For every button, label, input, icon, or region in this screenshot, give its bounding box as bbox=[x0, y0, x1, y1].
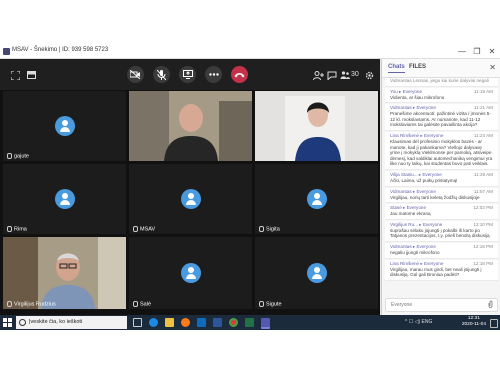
avatar-icon bbox=[181, 263, 201, 283]
chrome-icon[interactable] bbox=[229, 318, 238, 327]
chat-message: Virgilijus Ru... ▸ Everyone 12:10 PM supr… bbox=[385, 220, 498, 242]
participant-name: gajute bbox=[7, 152, 29, 159]
clock-date: 2020-11-04 bbox=[461, 322, 486, 327]
participant-name: MSAV bbox=[133, 225, 155, 232]
teams-icon[interactable] bbox=[261, 318, 270, 327]
chat-input-placeholder: Everyone bbox=[391, 302, 413, 308]
word-icon[interactable] bbox=[213, 318, 222, 327]
hangup-icon bbox=[234, 72, 245, 77]
avatar-icon bbox=[55, 116, 75, 136]
system-tray[interactable]: ^ ☐ ◁) ENG bbox=[405, 319, 432, 325]
close-chat-icon[interactable]: ✕ bbox=[489, 63, 496, 72]
participant-video-tile[interactable]: Virgilijus Rudzius bbox=[3, 237, 126, 309]
chat-message: Vidmantas Leonas, jeigu kai kurie dalyvi… bbox=[385, 78, 498, 87]
chat-message: Vidmantas ▸ Everyone 12:16 PM negaliu įju… bbox=[385, 242, 498, 259]
settings-icon[interactable] bbox=[362, 68, 376, 82]
hang-up-button[interactable] bbox=[231, 66, 248, 83]
search-icon bbox=[19, 319, 26, 326]
maximize-button[interactable]: ❐ bbox=[470, 46, 484, 57]
search-placeholder: Įveskite čia, ko ieškoti bbox=[29, 319, 83, 325]
teams-window: MSAV - Šnekimo | ID: 939 598 5723 — ❐ ✕ bbox=[0, 45, 500, 315]
participant-name: Virgilijus Rudzius bbox=[7, 300, 56, 307]
chat-input[interactable]: Everyone bbox=[385, 298, 498, 312]
participant-tile[interactable]: Sigute bbox=[255, 237, 378, 309]
participant-tile[interactable]: Rima bbox=[3, 164, 126, 234]
chat-panel: Chats FILES ✕ Vidmantas Leonas, jeigu ka… bbox=[381, 59, 500, 315]
participant-tile[interactable]: MSAV bbox=[129, 164, 252, 234]
participant-video-tile[interactable] bbox=[129, 91, 252, 161]
avatar-icon bbox=[307, 189, 327, 209]
windows-taskbar: Įveskite čia, ko ieškoti ^ ☐ ◁) ENG 12:3… bbox=[0, 315, 500, 330]
chat-message: Vilija Stasiu... ▸ Everyone 11:29 AM Ačiū… bbox=[385, 170, 498, 187]
edge-icon[interactable] bbox=[149, 318, 158, 327]
tab-chats[interactable]: Chats bbox=[388, 64, 405, 73]
participant-name: Sigute bbox=[259, 300, 282, 307]
video-grid: gajute Rima MSAV Sigita Virgilijus Rudzi… bbox=[0, 90, 380, 315]
share-screen-icon bbox=[182, 70, 193, 79]
clock[interactable]: 12:31 2020-11-04 bbox=[462, 316, 486, 328]
firefox-icon[interactable] bbox=[181, 318, 190, 327]
paperclip-icon[interactable] bbox=[488, 300, 493, 310]
title-bar: MSAV - Šnekimo | ID: 939 598 5723 — ❐ ✕ bbox=[0, 45, 500, 59]
layout-icon[interactable] bbox=[24, 68, 38, 82]
store-icon[interactable] bbox=[165, 318, 174, 327]
avatar-icon bbox=[307, 263, 327, 283]
mic-toggle-button[interactable] bbox=[153, 66, 170, 83]
fullscreen-icon[interactable] bbox=[8, 68, 22, 82]
more-icon bbox=[208, 73, 219, 76]
camera-toggle-button[interactable] bbox=[127, 66, 144, 83]
participant-video-woman bbox=[255, 91, 378, 161]
close-window-button[interactable]: ✕ bbox=[485, 46, 499, 57]
chat-message: Vidmantas ▸ Everyone 11:21 AM Pranešime a… bbox=[385, 104, 498, 131]
participant-video-tile[interactable] bbox=[255, 91, 378, 161]
chat-header: Chats FILES ✕ bbox=[382, 59, 500, 78]
participant-video-man-glasses bbox=[3, 237, 126, 309]
participant-tile[interactable]: Salė bbox=[129, 237, 252, 309]
share-screen-button[interactable] bbox=[179, 66, 196, 83]
task-view-icon[interactable] bbox=[133, 318, 142, 327]
mail-icon[interactable] bbox=[197, 318, 206, 327]
participant-tile[interactable]: gajute bbox=[3, 91, 126, 161]
participant-video-man-bald bbox=[129, 91, 252, 161]
participant-name: Rima bbox=[7, 225, 27, 232]
avatar-icon bbox=[181, 189, 201, 209]
participants-count: 30 bbox=[351, 71, 359, 78]
more-actions-button[interactable] bbox=[205, 66, 222, 83]
meeting-toolbar: 30 bbox=[0, 59, 380, 90]
chat-message: Lina Rimšienė ▸ Everyone 11:24 AM Klausim… bbox=[385, 131, 498, 170]
taskbar-search[interactable]: Įveskite čia, ko ieškoti bbox=[16, 316, 127, 329]
chat-message: Lina Rimšienė ▸ Everyone 12:18 PM Virgili… bbox=[385, 259, 498, 281]
mic-off-icon bbox=[157, 69, 166, 80]
excel-icon[interactable] bbox=[245, 318, 254, 327]
participant-tile[interactable]: Sigita bbox=[255, 164, 378, 234]
chat-message: Stasė ▸ Everyone 12:03 PM Jau matome ekra… bbox=[385, 204, 498, 220]
windows-start-icon[interactable] bbox=[3, 318, 12, 327]
participants-icon[interactable] bbox=[340, 68, 350, 82]
chat-message: Vidmantas ▸ Everyone 11:57 AM Virgilijau,… bbox=[385, 187, 498, 204]
participant-name: Salė bbox=[133, 300, 151, 307]
chat-messages[interactable]: Vidmantas Leonas, jeigu kai kurie dalyvi… bbox=[382, 78, 500, 296]
participant-name: Sigita bbox=[259, 225, 280, 232]
chat-message: You ▸ Everyone 11:18 AM Vidienta, ar šiau… bbox=[385, 87, 498, 104]
add-person-icon[interactable] bbox=[311, 68, 325, 82]
minimize-button[interactable]: — bbox=[455, 46, 469, 57]
chat-icon[interactable] bbox=[325, 68, 339, 82]
window-title: MSAV - Šnekimo | ID: 939 598 5723 bbox=[12, 47, 109, 53]
avatar-icon bbox=[55, 189, 75, 209]
tab-files[interactable]: FILES bbox=[409, 64, 426, 70]
notifications-icon[interactable] bbox=[490, 319, 498, 328]
teams-logo-icon bbox=[3, 48, 10, 55]
camera-off-icon bbox=[130, 70, 141, 79]
